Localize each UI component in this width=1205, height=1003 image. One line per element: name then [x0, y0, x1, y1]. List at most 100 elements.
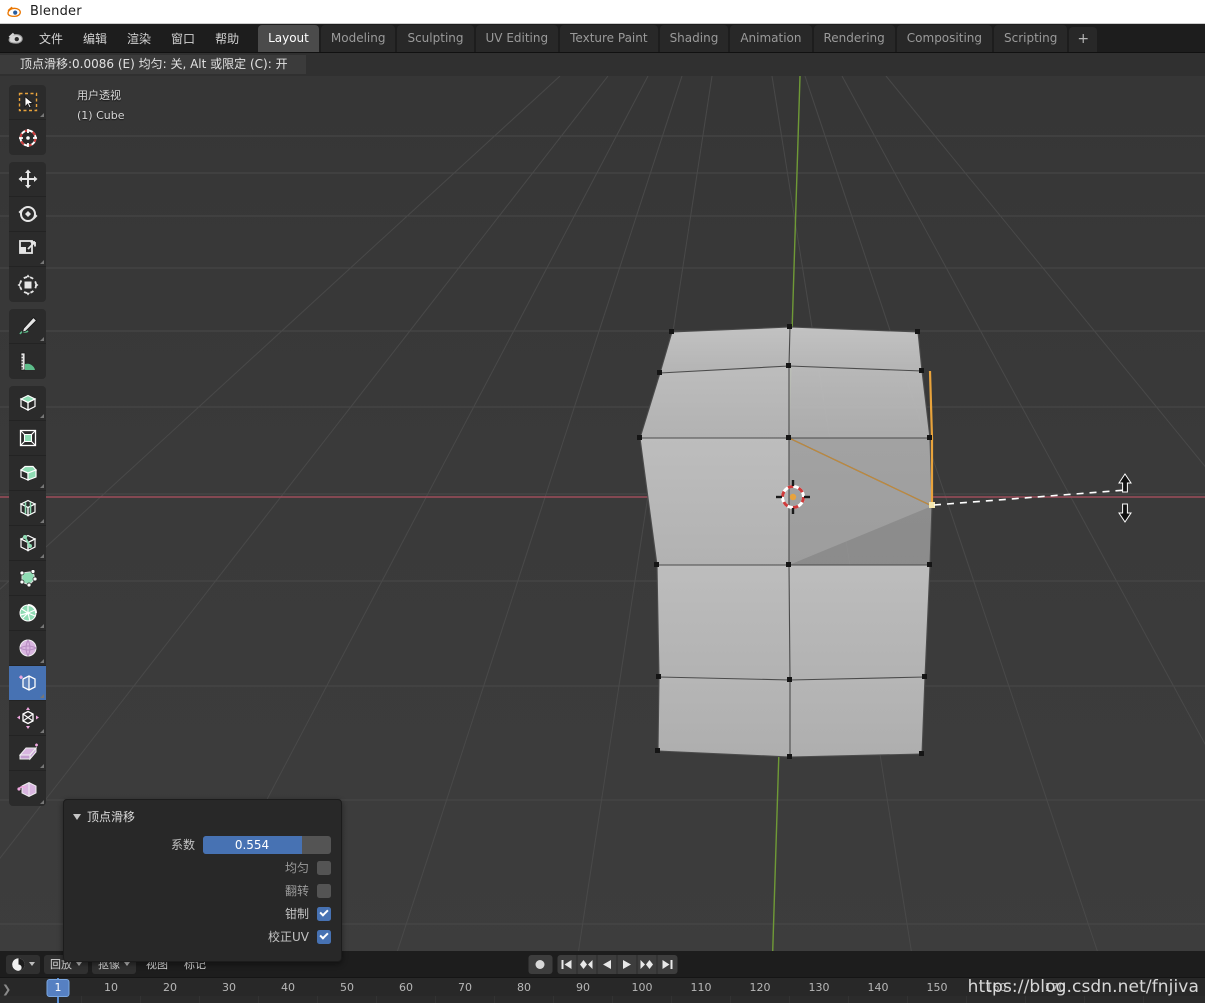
ruler-tick: 170 — [1044, 981, 1066, 994]
tool-tweak[interactable] — [9, 85, 46, 120]
tab-texture-paint[interactable]: Texture Paint — [560, 25, 658, 52]
triangle-down-icon[interactable] — [73, 813, 81, 820]
operator-redo-panel[interactable]: 顶点滑移 系数 0.554 均匀 翻转 钳制 校正UV — [63, 799, 342, 962]
tool-move[interactable] — [9, 162, 46, 197]
prev-keyframe-icon — [580, 959, 593, 969]
chevron-down-icon — [76, 962, 82, 966]
tool-submenu-corner-icon — [40, 260, 44, 264]
chevron-right-icon[interactable]: ❯ — [2, 983, 11, 996]
jump-to-next-keyframe-button[interactable] — [637, 954, 657, 974]
next-keyframe-icon — [640, 959, 653, 969]
move-vertical-cursor-icon — [1118, 473, 1132, 523]
tool-transform[interactable] — [9, 267, 46, 302]
jump-start-icon — [561, 959, 572, 969]
add-workspace-tab-button[interactable]: + — [1069, 27, 1098, 52]
ruler-tick: 60 — [399, 981, 413, 994]
tool-rotate[interactable] — [9, 197, 46, 232]
ruler-tick: 160 — [985, 981, 1007, 994]
menu-file[interactable]: 文件 — [30, 26, 72, 51]
tab-layout[interactable]: Layout — [258, 25, 319, 52]
tool-cursor[interactable] — [9, 120, 46, 155]
jump-to-end-button[interactable] — [657, 955, 677, 974]
tool-smooth[interactable] — [9, 631, 46, 666]
ruler-tick: 140 — [867, 981, 889, 994]
correct-uv-checkbox[interactable] — [317, 929, 331, 944]
clamp-label: 钳制 — [284, 907, 309, 921]
tool-submenu-corner-icon — [40, 764, 44, 768]
chevron-down-icon — [29, 962, 35, 966]
menu-window[interactable]: 窗口 — [162, 26, 204, 51]
tool-spin[interactable] — [9, 596, 46, 631]
factor-slider[interactable]: 0.554 — [203, 835, 331, 854]
tool-submenu-corner-icon — [40, 554, 44, 558]
menu-edit[interactable]: 编辑 — [74, 26, 116, 51]
menu-bar: 文件 编辑 渲染 窗口 帮助 — [30, 24, 258, 52]
current-frame-indicator[interactable]: 1 — [46, 979, 70, 997]
timeline-editor-type-button[interactable] — [6, 954, 40, 974]
tool-poly-build[interactable] — [9, 561, 46, 596]
ruler-tick: 40 — [281, 981, 295, 994]
tab-shading[interactable]: Shading — [659, 25, 729, 52]
ruler-tick: 120 — [749, 981, 771, 994]
tab-compositing[interactable]: Compositing — [896, 25, 992, 52]
tool-annotate[interactable] — [9, 309, 46, 344]
menu-help[interactable]: 帮助 — [206, 26, 248, 51]
tab-modeling[interactable]: Modeling — [320, 25, 396, 52]
chevron-down-icon — [124, 962, 130, 966]
timeline-editor-icon — [12, 957, 25, 971]
tool-inset-faces[interactable] — [9, 421, 46, 456]
tool-submenu-corner-icon — [40, 624, 44, 628]
clamp-checkbox[interactable] — [317, 906, 331, 921]
tool-submenu-corner-icon — [40, 800, 44, 804]
ruler-tick: 70 — [458, 981, 472, 994]
tab-scripting[interactable]: Scripting — [994, 25, 1068, 52]
jump-to-start-button[interactable] — [557, 954, 577, 974]
operator-row-factor: 系数 0.554 — [64, 834, 341, 855]
play-button[interactable] — [617, 954, 637, 974]
ruler-tick: 150 — [926, 981, 948, 994]
tool-submenu-corner-icon — [40, 659, 44, 663]
operator-row-flipped: 翻转 — [64, 880, 341, 901]
topbar-blender-logo-icon[interactable] — [0, 24, 30, 52]
tool-shrink-fatten[interactable] — [9, 701, 46, 736]
timeline-ruler[interactable]: ❯ 10 20 30 40 50 60 70 80 90 100 110 120… — [0, 977, 1205, 1003]
3d-viewport-area[interactable]: 用户透视 (1) Cube 顶点滑移 系数 0.554 均匀 翻转 钳制 校正U… — [0, 76, 1205, 974]
tool-knife[interactable] — [9, 526, 46, 561]
ruler-tick: 30 — [222, 981, 236, 994]
tool-measure[interactable] — [9, 344, 46, 379]
even-checkbox[interactable] — [317, 860, 331, 875]
tab-animation[interactable]: Animation — [730, 25, 812, 52]
tool-submenu-corner-icon — [40, 414, 44, 418]
workspace-tabs: Layout Modeling Sculpting UV Editing Tex… — [258, 24, 1098, 52]
tool-scale[interactable] — [9, 232, 46, 267]
play-icon — [622, 959, 631, 969]
even-label: 均匀 — [284, 861, 309, 875]
tab-uv-editing[interactable]: UV Editing — [475, 25, 559, 52]
operator-panel-header[interactable]: 顶点滑移 — [64, 806, 341, 834]
cube-mesh — [637, 324, 935, 759]
menu-render[interactable]: 渲染 — [118, 26, 160, 51]
record-button[interactable] — [528, 954, 552, 974]
tool-extrude-region[interactable] — [9, 386, 46, 421]
play-reverse-button[interactable] — [597, 954, 617, 974]
flipped-checkbox[interactable] — [317, 883, 331, 898]
check-icon — [319, 907, 329, 917]
operator-row-even: 均匀 — [64, 857, 341, 878]
ruler-tick: 80 — [517, 981, 531, 994]
jump-to-prev-keyframe-button[interactable] — [577, 954, 597, 974]
timeline-playhead[interactable]: 1 — [46, 978, 70, 1003]
top-bar: 文件 编辑 渲染 窗口 帮助 Layout Modeling Sculpting… — [0, 24, 1205, 53]
tab-rendering[interactable]: Rendering — [813, 25, 895, 52]
tool-group-select — [9, 85, 46, 155]
tool-rip-region[interactable] — [9, 771, 46, 806]
operator-row-correct-uv: 校正UV — [64, 926, 341, 947]
tool-submenu-corner-icon — [40, 519, 44, 523]
tool-bevel[interactable] — [9, 456, 46, 491]
factor-label: 系数 — [170, 838, 195, 852]
tool-group-transform — [9, 162, 46, 302]
tool-edge-slide[interactable] — [9, 666, 46, 701]
tool-loop-cut[interactable] — [9, 491, 46, 526]
tool-shear[interactable] — [9, 736, 46, 771]
ruler-tick: 130 — [808, 981, 830, 994]
tab-sculpting[interactable]: Sculpting — [397, 25, 474, 52]
